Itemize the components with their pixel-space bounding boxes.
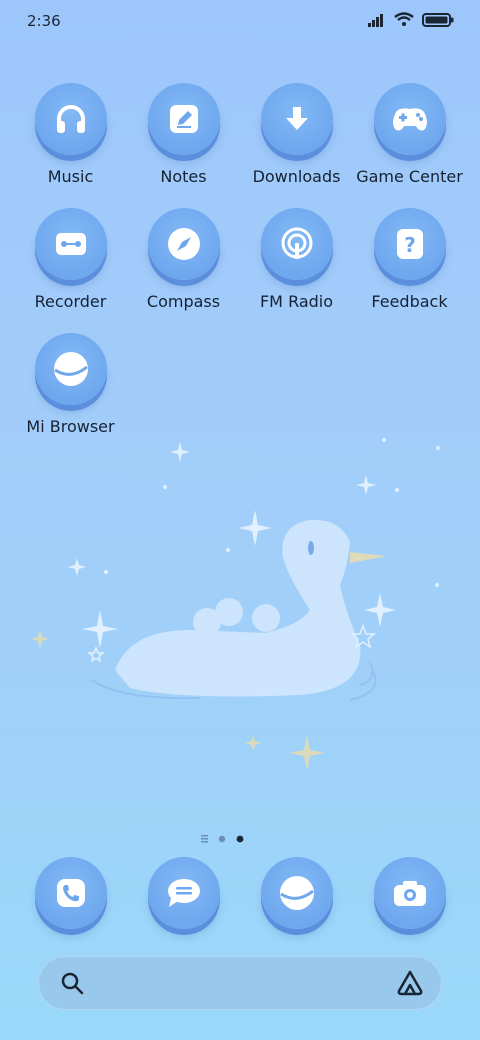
feedback-bubble[interactable]: ? bbox=[373, 208, 446, 280]
notes-bubble[interactable] bbox=[147, 83, 220, 155]
app-notes[interactable]: Notes bbox=[127, 83, 240, 186]
app-label: Downloads bbox=[252, 167, 341, 186]
app-music[interactable]: Music bbox=[14, 83, 127, 186]
game-center-bubble[interactable] bbox=[373, 83, 446, 155]
radio-icon bbox=[281, 227, 312, 259]
app-label: FM Radio bbox=[259, 292, 334, 311]
svg-text:?: ? bbox=[404, 233, 416, 257]
camera-bubble[interactable] bbox=[373, 857, 446, 929]
page-indicator-dots bbox=[201, 835, 244, 843]
search-icon bbox=[61, 972, 84, 995]
phone-icon bbox=[56, 879, 85, 907]
camera-icon bbox=[393, 881, 426, 906]
browser-icon bbox=[279, 876, 314, 910]
recorder-icon bbox=[55, 233, 86, 255]
app-fm-radio[interactable]: FM Radio bbox=[240, 208, 353, 311]
music-bubble[interactable] bbox=[34, 83, 107, 155]
messages-bubble[interactable] bbox=[147, 857, 220, 929]
dock-phone[interactable] bbox=[14, 857, 127, 929]
phone-bubble[interactable] bbox=[34, 857, 107, 929]
downloads-bubble[interactable] bbox=[260, 83, 333, 155]
page-indicator[interactable] bbox=[0, 830, 480, 843]
gamepad-icon bbox=[392, 108, 427, 131]
dock-browser[interactable] bbox=[240, 857, 353, 929]
battery-icon bbox=[422, 12, 454, 27]
planet-icon bbox=[53, 352, 88, 386]
app-label: Notes bbox=[160, 167, 207, 186]
app-downloads[interactable]: Downloads bbox=[240, 83, 353, 186]
browser-bubble[interactable] bbox=[260, 857, 333, 929]
dock-messages[interactable] bbox=[127, 857, 240, 929]
app-game-center[interactable]: Game Center bbox=[353, 83, 466, 186]
wifi-icon bbox=[394, 12, 414, 26]
compass-bubble[interactable] bbox=[147, 208, 220, 280]
swan-wallpaper bbox=[31, 438, 440, 771]
dock-camera[interactable] bbox=[353, 857, 466, 929]
app-feedback[interactable]: ? Feedback bbox=[353, 208, 466, 311]
app-label: Recorder bbox=[34, 292, 107, 311]
assistant-icon[interactable] bbox=[396, 969, 424, 997]
recorder-bubble[interactable] bbox=[34, 208, 107, 280]
fm-radio-bubble[interactable] bbox=[260, 208, 333, 280]
headphones-icon bbox=[56, 105, 85, 133]
clock: 2:36 bbox=[27, 12, 61, 30]
app-label: Music bbox=[47, 167, 94, 186]
pencil-note-icon bbox=[169, 105, 198, 133]
question-icon: ? bbox=[396, 229, 423, 259]
compass-icon bbox=[167, 228, 200, 260]
app-recorder[interactable]: Recorder bbox=[14, 208, 127, 311]
app-label: Game Center bbox=[356, 167, 463, 186]
messages-icon bbox=[167, 879, 200, 907]
app-label: Compass bbox=[146, 292, 221, 311]
signal-icon bbox=[368, 13, 383, 27]
app-mi-browser[interactable]: Mi Browser bbox=[14, 333, 127, 436]
app-compass[interactable]: Compass bbox=[127, 208, 240, 311]
download-arrow-icon bbox=[285, 107, 308, 130]
status-bar: 2:36 bbox=[0, 0, 480, 42]
mi-browser-bubble[interactable] bbox=[34, 333, 107, 405]
app-label: Feedback bbox=[371, 292, 448, 311]
search-bar[interactable] bbox=[38, 956, 442, 1010]
